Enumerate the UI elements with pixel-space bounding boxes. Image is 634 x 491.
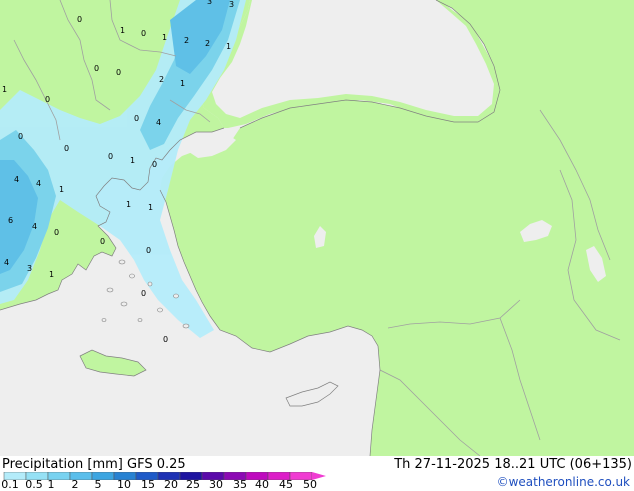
precip-value-label: 1 [120, 26, 125, 35]
precip-value-label: 0 [108, 152, 113, 161]
precip-value-label: 4 [32, 222, 37, 231]
scale-label: 25 [186, 478, 200, 491]
precip-value-label: 3 [27, 264, 32, 273]
precip-value-label: 1 [59, 185, 64, 194]
precip-value-label: 0 [54, 228, 59, 237]
scale-label: 30 [209, 478, 223, 491]
precip-value-label: 0 [77, 15, 82, 24]
precip-value-label: 0 [152, 160, 157, 169]
precipitation-map: 0 1 0 1 2 2 1 3 3 0 0 2 1 1 0 0 4 0 0 0 1 0 4 4 1 1 1 6 4 0 0 0 4 3 1 0 0 [0, 0, 634, 456]
precip-value-label: 2 [159, 75, 164, 84]
precip-value-label: 2 [184, 36, 189, 45]
precip-value-label: 3 [229, 0, 234, 9]
precip-value-label: 4 [14, 175, 19, 184]
precip-value-label: 0 [141, 29, 146, 38]
precip-value-label: 0 [141, 289, 146, 298]
scale-label: 2 [71, 478, 79, 491]
scale-label: 0.1 [1, 478, 19, 491]
precip-value-label: 4 [36, 179, 41, 188]
precip-value-label: 0 [100, 237, 105, 246]
precip-value-label: 1 [49, 270, 54, 279]
scale-label: 1 [47, 478, 55, 491]
scale-label: 50 [303, 478, 317, 491]
scale-label: 15 [141, 478, 155, 491]
valid-time: Th 27-11-2025 18..21 UTC (06+135) [394, 457, 632, 472]
precip-value-label: 1 [148, 203, 153, 212]
precip-value-label: 2 [205, 39, 210, 48]
precip-value-label: 0 [64, 144, 69, 153]
precip-value-label: 0 [45, 95, 50, 104]
scale-label: 45 [279, 478, 293, 491]
precip-value-label: 1 [2, 85, 7, 94]
scale-label: 5 [94, 478, 102, 491]
precip-value-label: 4 [4, 258, 9, 267]
scale-label: 35 [233, 478, 247, 491]
scale-label: 20 [164, 478, 178, 491]
legend-title: Precipitation [mm] GFS 0.25 [2, 457, 186, 472]
precip-value-label: 1 [126, 200, 131, 209]
precip-value-label: 1 [226, 42, 231, 51]
precip-value-label: 0 [116, 68, 121, 77]
precip-value-label: 1 [180, 79, 185, 88]
precip-value-label: 0 [94, 64, 99, 73]
precip-value-label: 3 [207, 0, 212, 6]
precip-value-label: 0 [134, 114, 139, 123]
precip-value-label: 4 [156, 118, 161, 127]
precip-value-label: 0 [163, 335, 168, 344]
precip-value-label: 1 [162, 33, 167, 42]
precip-value-label: 0 [146, 246, 151, 255]
precip-value-label: 1 [130, 156, 135, 165]
precip-value-label: 6 [8, 216, 13, 225]
precip-value-label: 0 [18, 132, 23, 141]
credit-link[interactable]: ©weatheronline.co.uk [497, 475, 630, 489]
scale-label: 40 [255, 478, 269, 491]
scale-label: 0.5 [25, 478, 43, 491]
scale-label: 10 [117, 478, 131, 491]
